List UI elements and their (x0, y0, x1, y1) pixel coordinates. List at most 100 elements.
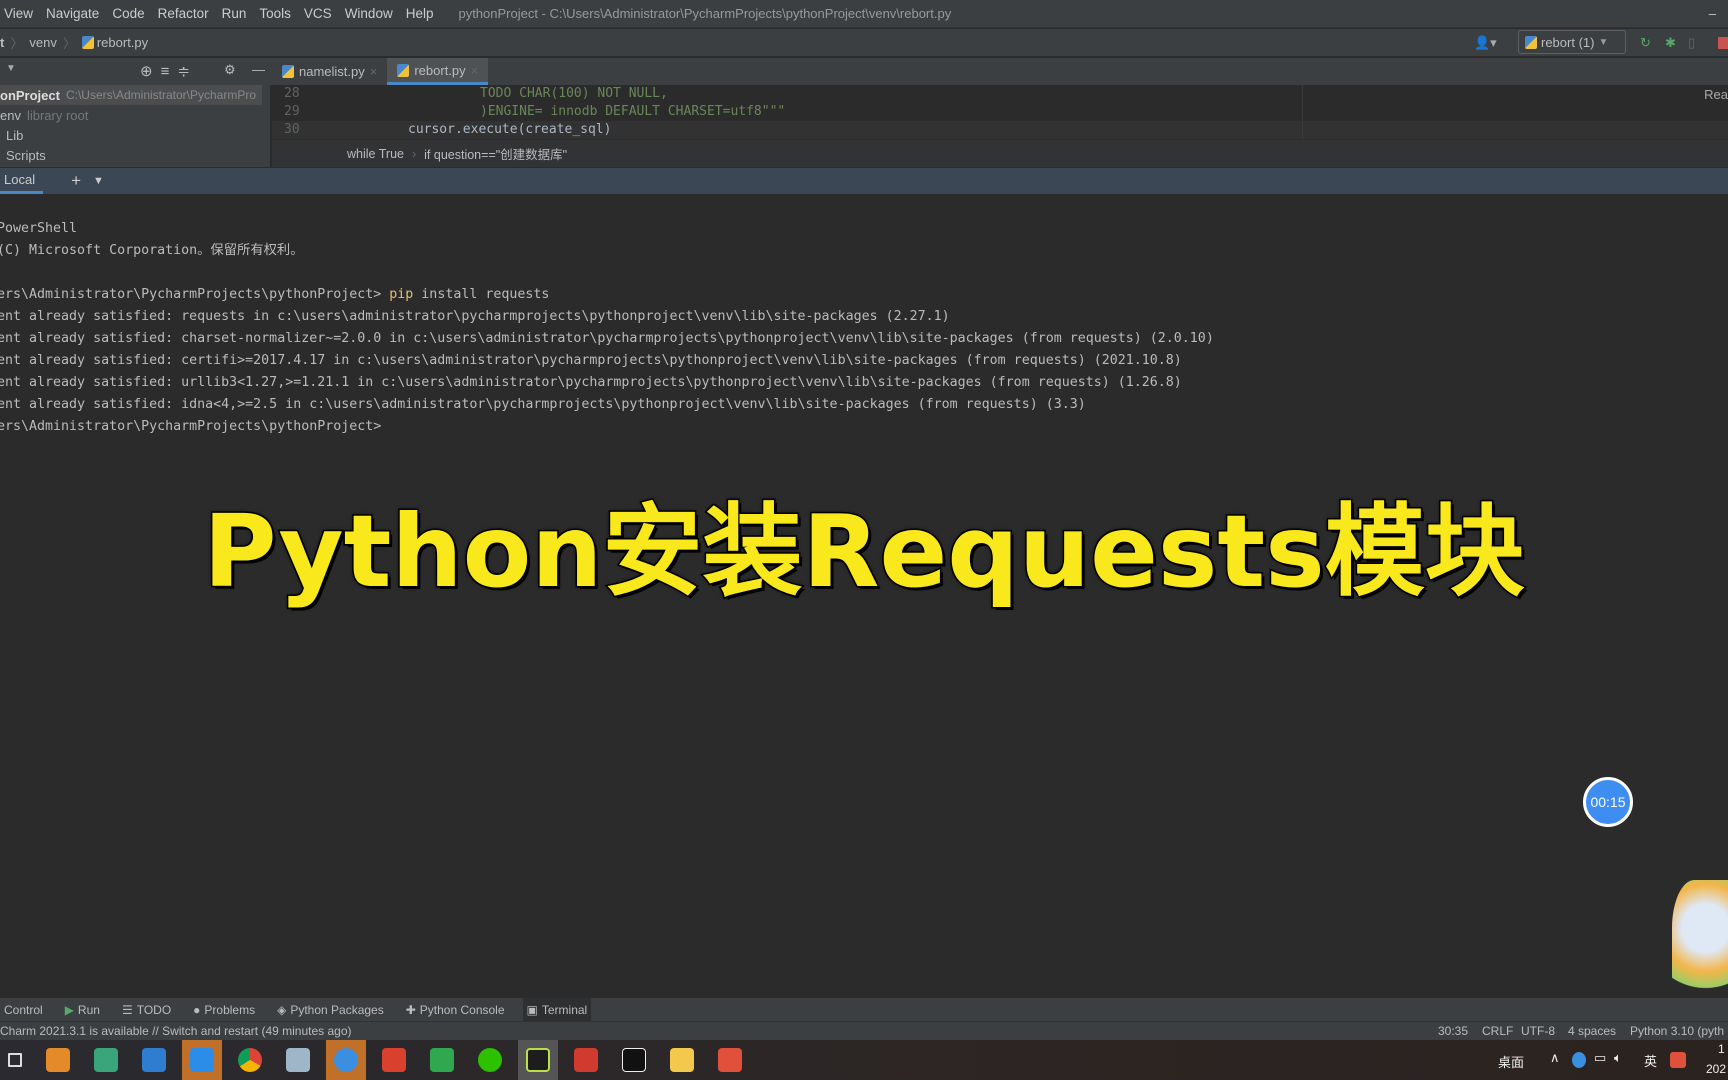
tool-label: Problems (204, 1002, 256, 1017)
taskbar-app-notes[interactable] (278, 1040, 318, 1080)
taskbar-app-red[interactable] (374, 1040, 414, 1080)
debug-icon[interactable]: ✱ (1665, 35, 1676, 51)
gear-icon[interactable]: ⚙ (224, 62, 236, 78)
tab-rebort[interactable]: rebort.py × (387, 58, 489, 85)
menu-bar: View Navigate Code Refactor Run Tools VC… (0, 0, 1728, 28)
line-number: 28 (284, 86, 300, 101)
tab-label: rebort.py (414, 62, 466, 78)
code-editor[interactable]: 28 TODO CHAR(100) NOT NULL, 29)ENGINE= in… (272, 85, 1728, 140)
clock-time[interactable]: 1 (1718, 1042, 1725, 1056)
menu-run[interactable]: Run (222, 6, 247, 21)
run-config-select[interactable]: rebort (1) ▼ (1518, 30, 1626, 54)
tree-item-venv[interactable]: env library root (0, 105, 270, 125)
python-file-icon (81, 36, 94, 49)
caret-position[interactable]: 30:35 (1438, 1024, 1468, 1038)
show-hidden-icons[interactable]: ∧ (1550, 1050, 1560, 1066)
tool-python-packages[interactable]: ◈ Python Packages (273, 998, 388, 1021)
taskbar-explorer[interactable] (662, 1040, 702, 1080)
run-icon: ▶ (64, 1002, 74, 1017)
terminal-line: PowerShell (0, 221, 78, 236)
status-bar: Charm 2021.3.1 is available // Switch an… (0, 1021, 1728, 1040)
user-icon[interactable]: 👤▾ (1474, 35, 1497, 51)
dropdown-icon[interactable]: ▼ (6, 63, 16, 74)
add-terminal-button[interactable]: + (71, 171, 81, 191)
project-path: C:\Users\Administrator\PycharmPro (65, 88, 257, 102)
menu-view[interactable]: View (4, 6, 33, 21)
desktop-toolbar[interactable]: 桌面 (1498, 1052, 1524, 1071)
terminal-line: ent already satisfied: urllib3<1.27,>=1.… (0, 375, 1182, 390)
menu-refactor[interactable]: Refactor (158, 6, 209, 21)
menu-tools[interactable]: Tools (259, 6, 291, 21)
tool-todo[interactable]: ☰ TODO (118, 998, 175, 1021)
tree-item-scripts[interactable]: Scripts (0, 145, 270, 165)
tool-label: Terminal (541, 1002, 588, 1017)
taskbar-app-mail[interactable] (134, 1040, 174, 1080)
menu-window[interactable]: Window (345, 6, 393, 21)
recording-timer[interactable]: 00:15 (1583, 777, 1633, 827)
right-margin-guide (1302, 85, 1303, 140)
taskbar-app-blue[interactable] (182, 1040, 222, 1080)
indent-setting[interactable]: 4 spaces (1568, 1024, 1616, 1038)
taskbar-app-grid[interactable] (86, 1040, 126, 1080)
task-view-icon[interactable] (0, 1040, 30, 1080)
tray-feishu-icon[interactable] (1572, 1052, 1586, 1068)
menu-help[interactable]: Help (406, 6, 434, 21)
input-method[interactable]: 英 (1644, 1051, 1657, 1070)
tool-label: TODO (136, 1002, 172, 1017)
tool-terminal[interactable]: ▣ Terminal (522, 998, 592, 1021)
taskbar-app-feishu[interactable] (326, 1040, 366, 1080)
reader-mode-label[interactable]: Rea (1704, 87, 1728, 102)
minimize-button[interactable]: – (1709, 6, 1716, 21)
file-encoding[interactable]: UTF-8 (1521, 1024, 1555, 1038)
tool-problems[interactable]: ● Problems (189, 998, 259, 1021)
tool-control[interactable]: Control (0, 998, 47, 1021)
sogou-tray-icon[interactable] (1670, 1052, 1686, 1068)
taskbar-pycharm[interactable] (518, 1040, 558, 1080)
python-icon (1525, 35, 1537, 49)
tool-python-console[interactable]: ✚ Python Console (402, 998, 509, 1021)
clock-date[interactable]: 202 (1706, 1062, 1726, 1076)
dropdown-icon: ▼ (1598, 36, 1609, 48)
video-overlay-title: Python安装Requests模块 (202, 492, 1526, 612)
taskbar-wechat[interactable] (470, 1040, 510, 1080)
tab-namelist[interactable]: namelist.py × (272, 58, 387, 85)
chevron-down-icon[interactable]: ▼ (93, 175, 104, 187)
project-root[interactable]: onProject C:\Users\Administrator\Pycharm… (0, 85, 262, 105)
menu-vcs[interactable]: VCS (304, 6, 332, 21)
breadcrumb-venv[interactable]: venv (29, 35, 56, 50)
close-icon[interactable]: × (471, 63, 479, 78)
taskbar-capcut[interactable] (614, 1040, 654, 1080)
code-line: 28 TODO CHAR(100) NOT NULL, (272, 85, 1728, 103)
taskbar-sogou[interactable] (710, 1040, 750, 1080)
project-toolbar-icons[interactable]: ⊕≡≑ (140, 62, 198, 80)
terminal-tab-local[interactable]: Local (0, 168, 44, 194)
window-title: pythonProject - C:\Users\Administrator\P… (458, 6, 952, 21)
close-icon[interactable]: × (370, 64, 378, 79)
tool-label: Run (77, 1002, 100, 1017)
breadcrumb-root[interactable]: t (0, 35, 4, 50)
stop-icon[interactable] (1718, 37, 1728, 49)
crumb-while[interactable]: while True (347, 147, 404, 161)
python-interpreter[interactable]: Python 3.10 (pyth (1630, 1024, 1724, 1038)
taskbar-app-hbuilder[interactable] (422, 1040, 462, 1080)
menu-code[interactable]: Code (112, 6, 144, 21)
breadcrumb-file[interactable]: rebort.py (97, 35, 148, 50)
volume-icon[interactable]: 🔈︎ (1614, 1050, 1622, 1066)
line-separator[interactable]: CRLF (1482, 1024, 1513, 1038)
update-message[interactable]: Charm 2021.3.1 is available // Switch an… (0, 1024, 352, 1038)
profile-icon[interactable]: ▯ (1688, 35, 1695, 51)
terminal-line: ent already satisfied: charset-normalize… (0, 331, 1214, 346)
rerun-icon[interactable]: ↻ (1640, 35, 1651, 51)
taskbar-wps[interactable] (566, 1040, 606, 1080)
terminal-line: (C) Microsoft Corporation。保留所有权利。 (0, 243, 304, 258)
hide-icon[interactable]: — (252, 62, 265, 77)
menu-navigate[interactable]: Navigate (46, 6, 99, 21)
taskbar-chrome[interactable] (230, 1040, 270, 1080)
crumb-if[interactable]: if question=="创建数据库" (424, 144, 567, 163)
tool-run[interactable]: ▶ Run (61, 998, 104, 1021)
network-icon[interactable]: ▭ (1594, 1050, 1606, 1066)
terminal-line: ers\Administrator\PycharmProjects\python… (0, 419, 382, 434)
tree-item-lib[interactable]: Lib (0, 125, 270, 145)
taskbar-app-player[interactable] (38, 1040, 78, 1080)
run-config-label: rebort (1) (1541, 34, 1595, 50)
